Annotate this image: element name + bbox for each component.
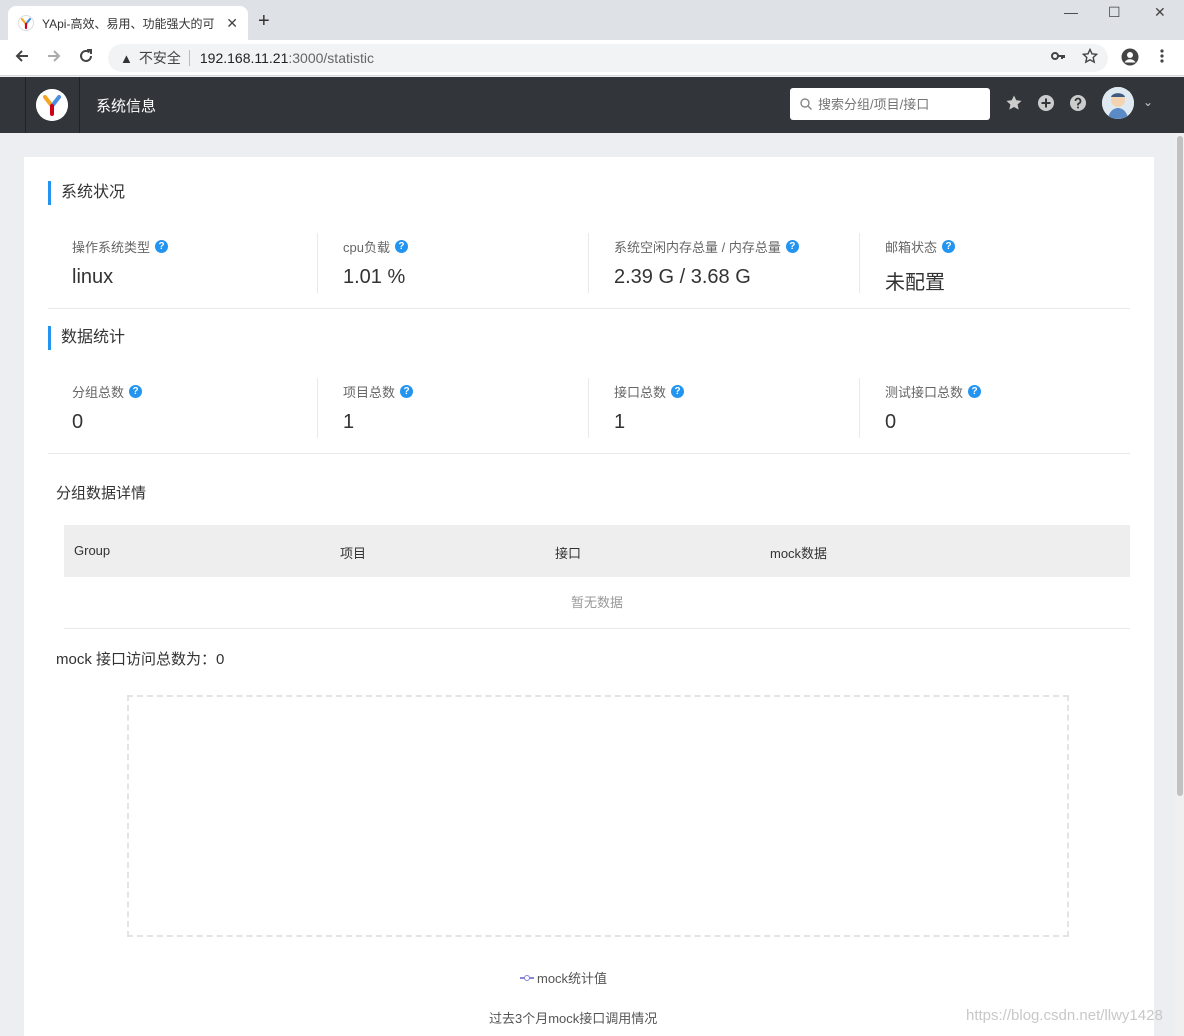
- stat-value: 1: [343, 411, 355, 433]
- maximize-icon[interactable]: ☐: [1108, 4, 1121, 21]
- stat-label: 测试接口总数: [885, 385, 964, 400]
- stat-group-count: 分组总数? 0: [48, 378, 318, 438]
- stat-label: 操作系统类型: [72, 240, 151, 255]
- question-icon[interactable]: ?: [785, 240, 799, 253]
- question-icon[interactable]: ?: [400, 385, 414, 398]
- stat-value: 1.01 %: [343, 266, 406, 288]
- stat-test-interface-count: 测试接口总数? 0: [861, 378, 1131, 438]
- app-header: 系统信息 ⌄: [0, 77, 1184, 133]
- search-icon: [800, 98, 812, 110]
- stat-label: cpu负载: [343, 240, 390, 255]
- help-icon[interactable]: [1069, 94, 1087, 112]
- stat-value: 0: [72, 411, 84, 433]
- group-details-title: 分组数据详情: [56, 485, 147, 502]
- url-host: 192.168.11.21: [199, 50, 289, 66]
- profile-icon[interactable]: [1121, 48, 1139, 66]
- question-icon[interactable]: ?: [942, 240, 956, 253]
- browser-tab-bar: YApi-高效、易用、功能强大的可 ✕ + — ☐ ✕: [0, 0, 1184, 40]
- legend-label: mock统计值: [537, 971, 608, 986]
- address-bar-row: ▲ 不安全 192.168.11.21 :3000/statistic: [0, 40, 1184, 76]
- url-separator: [188, 50, 190, 66]
- data-stats-row: 分组总数? 0 项目总数? 1 接口总数? 1 测试接口总数? 0: [48, 378, 1130, 454]
- insecure-label: 不安全: [138, 50, 181, 66]
- stat-value: 未配置: [885, 272, 945, 294]
- menu-dots-icon[interactable]: [1160, 48, 1164, 64]
- mock-chart-area: [127, 695, 1069, 937]
- question-icon[interactable]: ?: [129, 385, 143, 398]
- stat-interface-count: 接口总数? 1: [590, 378, 860, 438]
- yapi-favicon-icon: [18, 15, 34, 31]
- stat-value: 0: [885, 411, 897, 433]
- mock-total-text: mock 接口访问总数为：0: [56, 651, 225, 668]
- question-icon[interactable]: ?: [394, 240, 408, 253]
- column-header-project[interactable]: 项目: [340, 543, 366, 562]
- add-icon[interactable]: [1037, 94, 1055, 112]
- stat-label: 系统空闲内存总量 / 内存总量: [614, 240, 781, 255]
- stat-value: 1: [614, 411, 626, 433]
- stat-memory: 系统空闲内存总量 / 内存总量? 2.39 G / 3.68 G: [590, 233, 860, 293]
- forward-arrow-icon[interactable]: [46, 48, 62, 64]
- url-bar[interactable]: ▲ 不安全 192.168.11.21 :3000/statistic: [108, 44, 1108, 72]
- section-title-system-status: 系统状况: [48, 181, 125, 205]
- column-header-group[interactable]: Group: [74, 543, 110, 558]
- section-title-data-stats: 数据统计: [48, 326, 125, 350]
- system-status-row: 操作系统类型? linux cpu负载? 1.01 % 系统空闲内存总量 / 内…: [48, 233, 1130, 309]
- browser-tab[interactable]: YApi-高效、易用、功能强大的可 ✕: [8, 6, 248, 40]
- logo-container[interactable]: [25, 77, 80, 133]
- stat-value: linux: [72, 266, 114, 288]
- tab-close-icon[interactable]: ✕: [226, 15, 238, 32]
- stat-os-type: 操作系统类型? linux: [48, 233, 318, 293]
- yapi-logo-icon[interactable]: [36, 89, 68, 121]
- window-close-icon[interactable]: ✕: [1154, 4, 1166, 21]
- column-header-interface[interactable]: 接口: [555, 543, 581, 562]
- column-header-mock[interactable]: mock数据: [770, 543, 827, 562]
- question-icon[interactable]: ?: [671, 385, 685, 398]
- table-empty-text: 暂无数据: [64, 577, 1130, 629]
- stat-label: 接口总数: [614, 385, 667, 400]
- warning-icon: ▲: [120, 50, 133, 66]
- new-tab-button[interactable]: +: [258, 10, 270, 33]
- search-input[interactable]: [818, 96, 978, 112]
- reload-icon[interactable]: [78, 48, 94, 64]
- legend-line-icon: [520, 973, 534, 983]
- chart-legend[interactable]: mock统计值: [520, 968, 607, 987]
- statistics-card: 系统状况 操作系统类型? linux cpu负载? 1.01 % 系统空闲内存总…: [24, 157, 1154, 1036]
- question-icon[interactable]: ?: [155, 240, 169, 253]
- scrollbar-thumb[interactable]: [1177, 136, 1183, 796]
- key-icon[interactable]: [1050, 48, 1066, 64]
- chart-caption: 过去3个月mock接口调用情况: [489, 1011, 658, 1026]
- watermark-text: https://blog.csdn.net/llwy1428: [966, 1007, 1163, 1024]
- back-arrow-icon[interactable]: [14, 48, 30, 64]
- stat-mail-status: 邮箱状态? 未配置: [861, 233, 1131, 294]
- search-box[interactable]: [790, 88, 990, 120]
- stat-label: 项目总数: [343, 385, 396, 400]
- tab-title: YApi-高效、易用、功能强大的可: [42, 16, 215, 31]
- stat-cpu-load: cpu负载? 1.01 %: [319, 233, 589, 293]
- user-avatar-icon: [1102, 87, 1134, 119]
- page-title: 系统信息: [96, 98, 157, 115]
- group-details-table: Group 项目 接口 mock数据 暂无数据: [64, 525, 1130, 629]
- url-path: :3000/statistic: [288, 50, 374, 66]
- bookmark-star-icon[interactable]: [1082, 48, 1098, 64]
- avatar[interactable]: [1102, 87, 1134, 119]
- stat-value: 2.39 G / 3.68 G: [614, 266, 751, 288]
- minimize-icon[interactable]: —: [1064, 4, 1078, 20]
- chevron-down-icon[interactable]: ⌄: [1143, 95, 1153, 109]
- stat-label: 邮箱状态: [885, 240, 938, 255]
- stat-label: 分组总数: [72, 385, 125, 400]
- table-header: Group 项目 接口 mock数据: [64, 525, 1130, 577]
- stat-project-count: 项目总数? 1: [319, 378, 589, 438]
- star-icon[interactable]: [1005, 94, 1023, 112]
- question-icon[interactable]: ?: [968, 385, 982, 398]
